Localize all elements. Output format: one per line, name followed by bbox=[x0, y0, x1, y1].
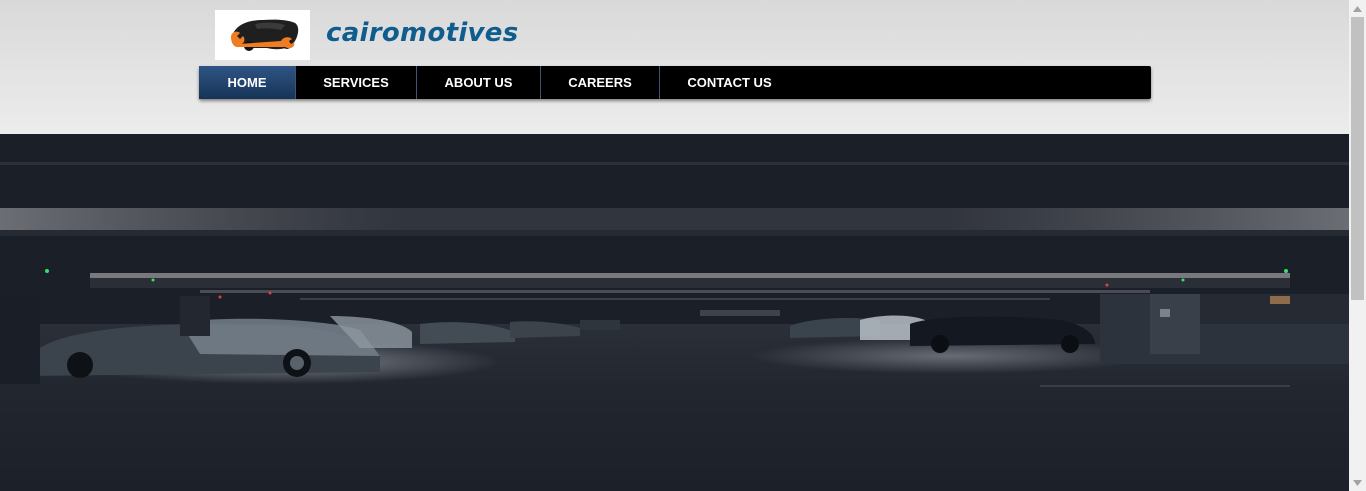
page: cairomotives HOME SERVICES ABOUT US CARE… bbox=[0, 0, 1366, 491]
nav-item-contact-us[interactable]: CONTACT US bbox=[660, 66, 799, 99]
site-header: cairomotives HOME SERVICES ABOUT US CARE… bbox=[0, 0, 1349, 134]
scroll-up-arrow-icon[interactable] bbox=[1349, 0, 1366, 17]
hero-banner bbox=[0, 134, 1349, 491]
main-nav: HOME SERVICES ABOUT US CAREERS CONTACT U… bbox=[199, 66, 1151, 99]
nav-item-careers[interactable]: CAREERS bbox=[541, 66, 660, 99]
scroll-down-arrow-icon[interactable] bbox=[1349, 474, 1366, 491]
vertical-scrollbar[interactable] bbox=[1349, 0, 1366, 491]
car-wrench-logo-icon bbox=[231, 19, 299, 51]
nav-item-about-us[interactable]: ABOUT US bbox=[417, 66, 541, 99]
nav-item-home[interactable]: HOME bbox=[199, 66, 296, 99]
parking-garage-photo-icon bbox=[0, 134, 1349, 491]
nav-item-services[interactable]: SERVICES bbox=[296, 66, 417, 99]
brand-name[interactable]: cairomotives bbox=[326, 18, 519, 48]
scrollbar-thumb[interactable] bbox=[1351, 17, 1364, 300]
logo[interactable] bbox=[215, 10, 310, 60]
